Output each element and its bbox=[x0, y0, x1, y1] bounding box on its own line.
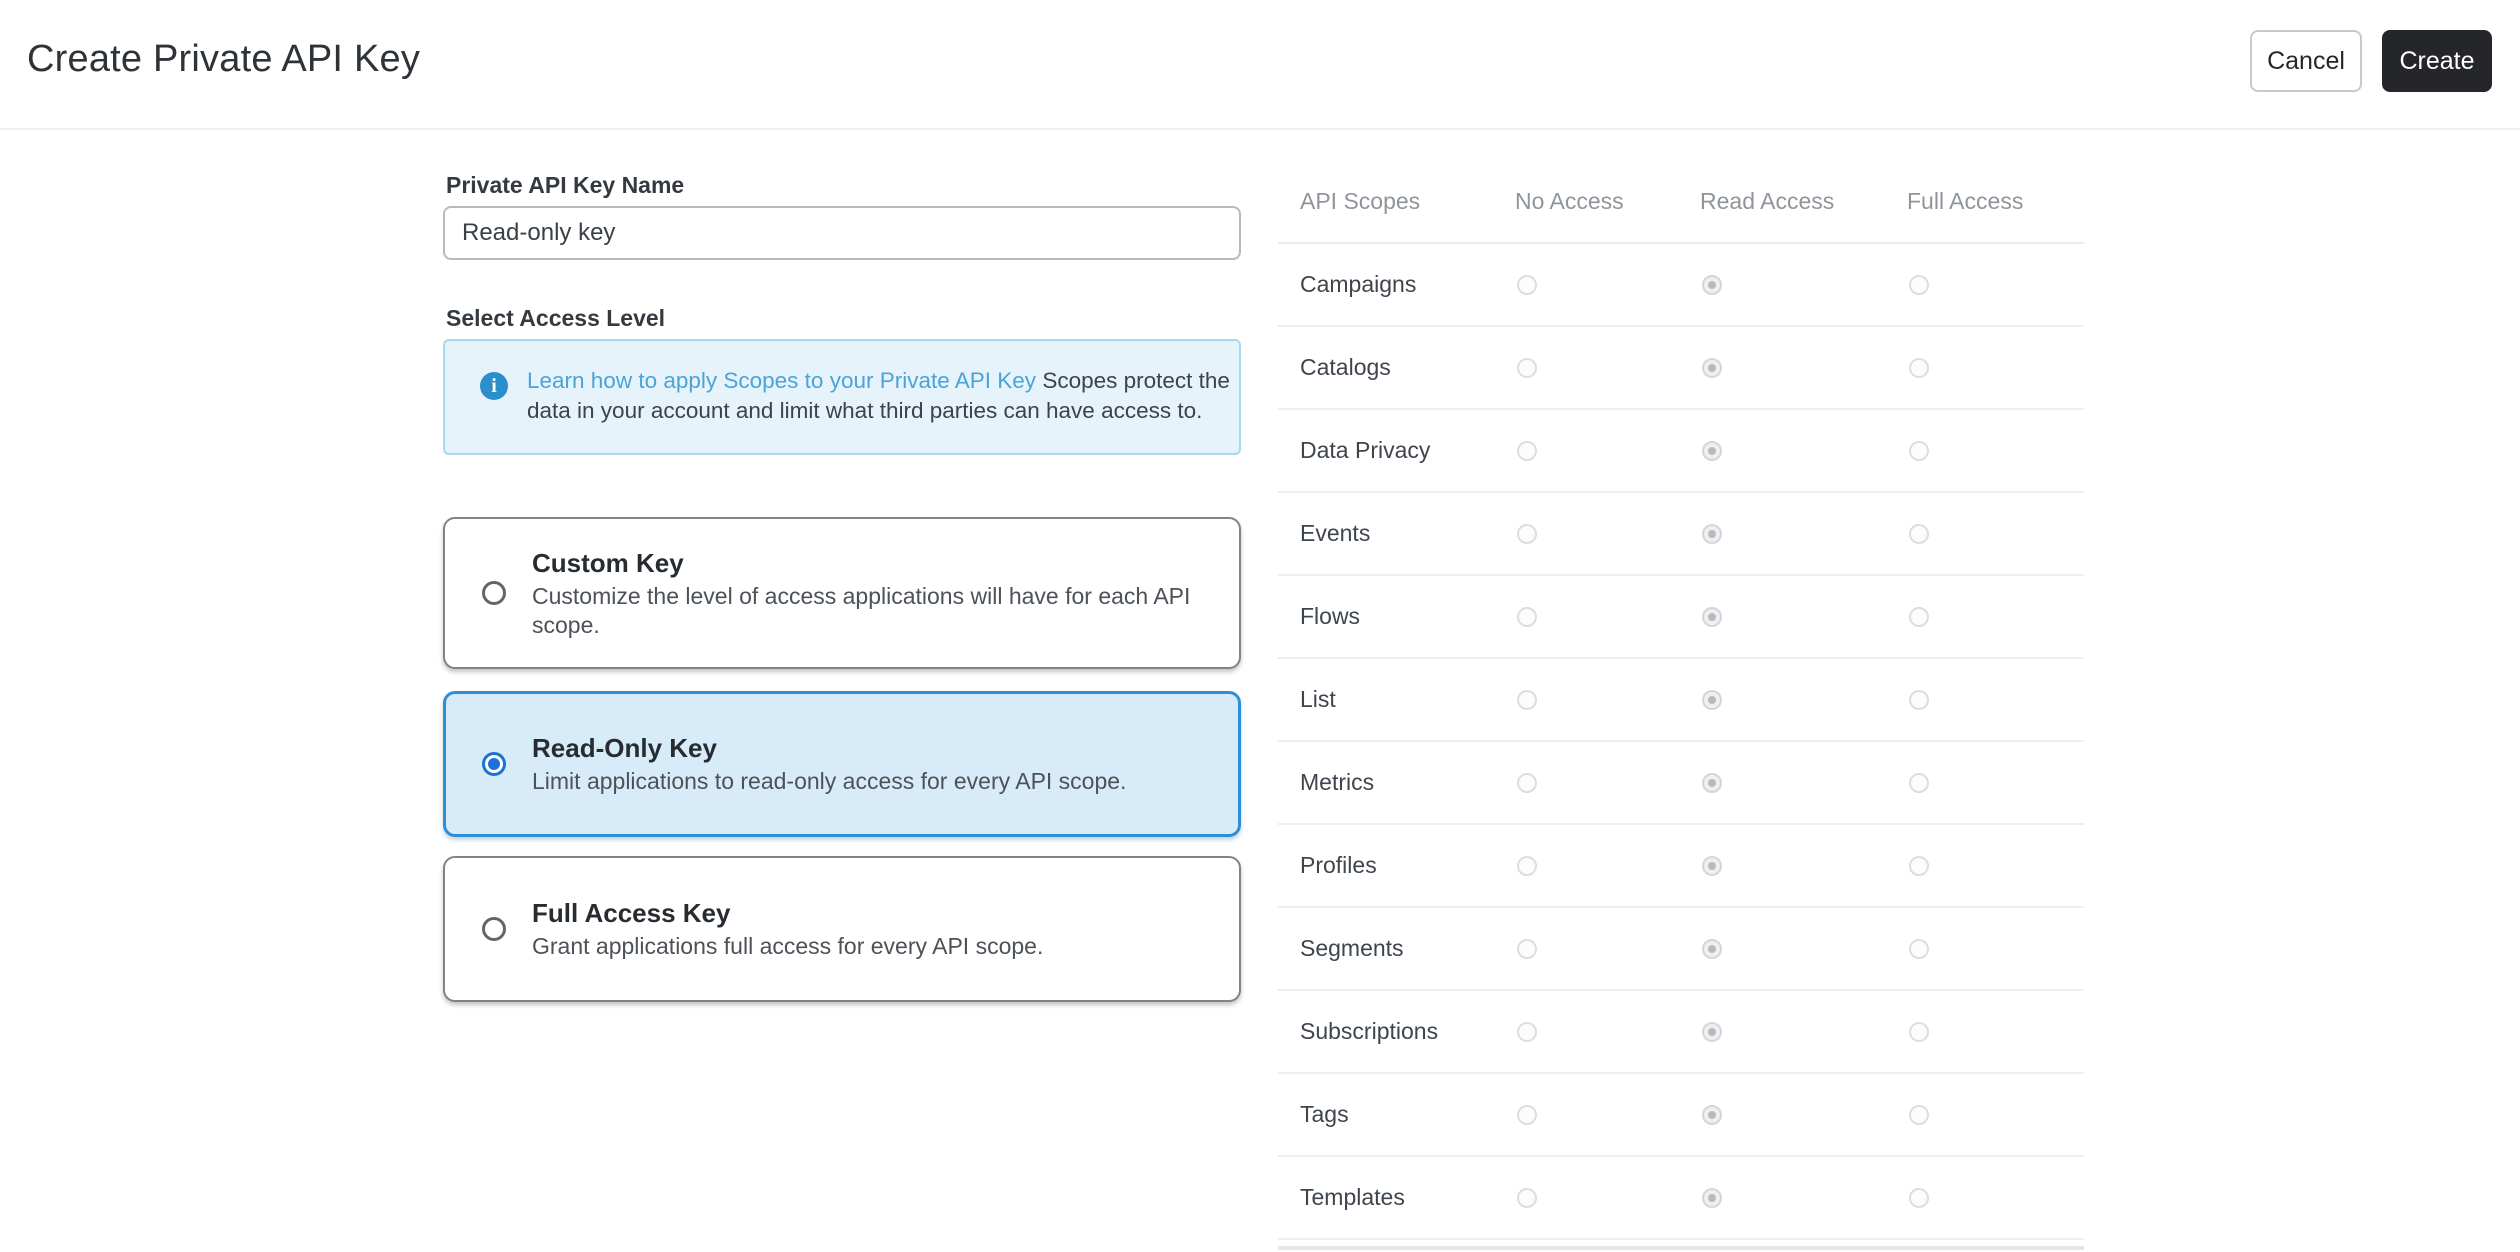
scope-label: Flows bbox=[1300, 603, 1515, 630]
create-private-api-key-page: { "header": { "title": "Create Private A… bbox=[0, 0, 2520, 1252]
scope-row-subscriptions: Subscriptions bbox=[1278, 991, 2084, 1074]
scopes-table-body: Campaigns Catalogs Data Privacy Events F… bbox=[1278, 244, 2084, 1240]
scope-label: Segments bbox=[1300, 935, 1515, 962]
api-key-name-label: Private API Key Name bbox=[446, 172, 684, 199]
read-only-key-title: Read-Only Key bbox=[532, 732, 1126, 764]
column-read-access: Read Access bbox=[1700, 188, 1907, 215]
scope-label: Templates bbox=[1300, 1184, 1515, 1211]
option-full-access-key[interactable]: Full Access Key Grant applications full … bbox=[443, 856, 1241, 1002]
custom-key-description: Customize the level of access applicatio… bbox=[532, 582, 1238, 640]
radio-profiles-full-access bbox=[1909, 856, 1929, 876]
scope-row-templates: Templates bbox=[1278, 1157, 2084, 1240]
topbar: Create Private API Key Cancel Create bbox=[0, 0, 2520, 130]
option-read-only-key[interactable]: Read-Only Key Limit applications to read… bbox=[443, 691, 1241, 837]
scope-label: Subscriptions bbox=[1300, 1018, 1515, 1045]
cancel-button[interactable]: Cancel bbox=[2250, 30, 2362, 92]
radio-metrics-full-access bbox=[1909, 773, 1929, 793]
radio-list-read-access bbox=[1702, 690, 1722, 710]
radio-segments-full-access bbox=[1909, 939, 1929, 959]
full-access-key-text: Full Access Key Grant applications full … bbox=[532, 897, 1043, 961]
radio-events-read-access bbox=[1702, 524, 1722, 544]
full-access-key-radio[interactable] bbox=[482, 917, 506, 941]
scope-row-events: Events bbox=[1278, 493, 2084, 576]
scopes-help-link[interactable]: Learn how to apply Scopes to your Privat… bbox=[527, 368, 1036, 393]
radio-templates-no-access bbox=[1517, 1188, 1537, 1208]
read-only-key-radio[interactable] bbox=[482, 752, 506, 776]
create-button[interactable]: Create bbox=[2382, 30, 2492, 92]
info-icon: i bbox=[480, 372, 508, 400]
radio-metrics-read-access bbox=[1702, 773, 1722, 793]
api-key-name-input[interactable] bbox=[443, 206, 1241, 260]
scope-label: Data Privacy bbox=[1300, 437, 1515, 464]
column-api-scopes: API Scopes bbox=[1300, 188, 1515, 215]
radio-tags-read-access bbox=[1702, 1105, 1722, 1125]
scope-label: List bbox=[1300, 686, 1515, 713]
radio-events-no-access bbox=[1517, 524, 1537, 544]
full-access-key-description: Grant applications full access for every… bbox=[532, 932, 1043, 961]
scope-row-profiles: Profiles bbox=[1278, 825, 2084, 908]
radio-tags-full-access bbox=[1909, 1105, 1929, 1125]
scope-row-data-privacy: Data Privacy bbox=[1278, 410, 2084, 493]
scope-row-segments: Segments bbox=[1278, 908, 2084, 991]
scope-row-list: List bbox=[1278, 659, 2084, 742]
radio-flows-read-access bbox=[1702, 607, 1722, 627]
scopes-info-banner: i Learn how to apply Scopes to your Priv… bbox=[443, 339, 1241, 455]
scope-row-flows: Flows bbox=[1278, 576, 2084, 659]
radio-flows-no-access bbox=[1517, 607, 1537, 627]
radio-profiles-read-access bbox=[1702, 856, 1722, 876]
radio-campaigns-full-access bbox=[1909, 275, 1929, 295]
topbar-actions: Cancel Create bbox=[2250, 30, 2492, 92]
radio-segments-no-access bbox=[1517, 939, 1537, 959]
read-only-key-text: Read-Only Key Limit applications to read… bbox=[532, 732, 1126, 796]
radio-templates-read-access bbox=[1702, 1188, 1722, 1208]
scope-row-metrics: Metrics bbox=[1278, 742, 2084, 825]
column-full-access: Full Access bbox=[1907, 188, 2082, 215]
access-level-label: Select Access Level bbox=[446, 305, 665, 332]
radio-campaigns-read-access bbox=[1702, 275, 1722, 295]
radio-list-full-access bbox=[1909, 690, 1929, 710]
scope-label: Tags bbox=[1300, 1101, 1515, 1128]
radio-segments-read-access bbox=[1702, 939, 1722, 959]
scope-label: Profiles bbox=[1300, 852, 1515, 879]
custom-key-text: Custom Key Customize the level of access… bbox=[532, 547, 1238, 640]
read-only-key-description: Limit applications to read-only access f… bbox=[532, 767, 1126, 796]
custom-key-radio[interactable] bbox=[482, 581, 506, 605]
scopes-table-header: API Scopes No Access Read Access Full Ac… bbox=[1278, 160, 2084, 244]
page-title: Create Private API Key bbox=[27, 38, 420, 81]
radio-tags-no-access bbox=[1517, 1105, 1537, 1125]
custom-key-title: Custom Key bbox=[532, 547, 1238, 579]
radio-templates-full-access bbox=[1909, 1188, 1929, 1208]
table-bottom-divider bbox=[1278, 1246, 2084, 1250]
scope-label: Metrics bbox=[1300, 769, 1515, 796]
full-access-key-title: Full Access Key bbox=[532, 897, 1043, 929]
radio-flows-full-access bbox=[1909, 607, 1929, 627]
radio-profiles-no-access bbox=[1517, 856, 1537, 876]
radio-list-no-access bbox=[1517, 690, 1537, 710]
radio-data-privacy-full-access bbox=[1909, 441, 1929, 461]
radio-catalogs-no-access bbox=[1517, 358, 1537, 378]
column-no-access: No Access bbox=[1515, 188, 1700, 215]
api-scopes-table: API Scopes No Access Read Access Full Ac… bbox=[1278, 160, 2084, 1240]
radio-data-privacy-read-access bbox=[1702, 441, 1722, 461]
radio-campaigns-no-access bbox=[1517, 275, 1537, 295]
radio-catalogs-full-access bbox=[1909, 358, 1929, 378]
option-custom-key[interactable]: Custom Key Customize the level of access… bbox=[443, 517, 1241, 669]
scope-label: Events bbox=[1300, 520, 1515, 547]
scope-row-campaigns: Campaigns bbox=[1278, 244, 2084, 327]
scope-label: Catalogs bbox=[1300, 354, 1515, 381]
radio-data-privacy-no-access bbox=[1517, 441, 1537, 461]
radio-events-full-access bbox=[1909, 524, 1929, 544]
radio-subscriptions-full-access bbox=[1909, 1022, 1929, 1042]
radio-subscriptions-no-access bbox=[1517, 1022, 1537, 1042]
radio-metrics-no-access bbox=[1517, 773, 1537, 793]
scope-label: Campaigns bbox=[1300, 271, 1515, 298]
info-text: Learn how to apply Scopes to your Privat… bbox=[527, 366, 1239, 426]
radio-subscriptions-read-access bbox=[1702, 1022, 1722, 1042]
radio-catalogs-read-access bbox=[1702, 358, 1722, 378]
scope-row-catalogs: Catalogs bbox=[1278, 327, 2084, 410]
scope-row-tags: Tags bbox=[1278, 1074, 2084, 1157]
